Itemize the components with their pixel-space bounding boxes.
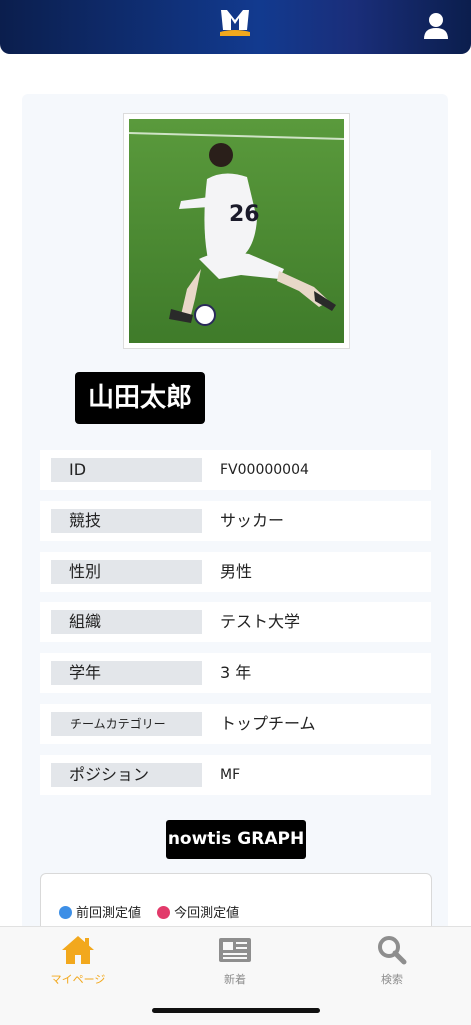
app-logo[interactable] (218, 6, 252, 40)
tab-label: 検索 (381, 973, 403, 986)
info-label: 組織 (51, 610, 202, 634)
info-label: 競技 (51, 509, 202, 533)
legend-label: 今回測定値 (174, 906, 240, 921)
info-label: チームカテゴリー (51, 712, 202, 736)
search-icon (378, 936, 407, 965)
tab-search[interactable]: 検索 (342, 933, 442, 993)
app-header (0, 0, 471, 54)
legend-item-previous: 前回測定値 (59, 906, 145, 921)
info-label: 性別 (51, 560, 202, 584)
legend-dot-pink (157, 906, 171, 919)
profile-photo: 26 (123, 113, 350, 349)
tab-mypage[interactable]: マイページ (28, 933, 128, 993)
tab-label: マイページ (50, 973, 106, 986)
legend-label: 前回測定値 (76, 906, 142, 921)
player-photo-image: 26 (129, 119, 344, 343)
info-value: 男性 (220, 562, 253, 581)
info-label: ポジション (51, 763, 202, 787)
info-row-id: ID FV00000004 (40, 450, 431, 490)
info-row-organization: 組織 テスト大学 (40, 602, 431, 642)
info-value: サッカー (220, 511, 285, 530)
info-value: FV00000004 (220, 462, 309, 478)
info-label: ID (51, 458, 202, 482)
info-row-gender: 性別 男性 (40, 552, 431, 592)
player-name: 山田太郎 (75, 372, 205, 424)
home-icon (62, 936, 94, 964)
info-value: 3 年 (220, 663, 252, 682)
home-indicator (152, 1008, 320, 1013)
legend-item-current: 今回測定値 (157, 906, 239, 921)
graph-legend: 前回測定値 今回測定値 (59, 902, 251, 921)
info-row-sport: 競技 サッカー (40, 501, 431, 541)
info-row-grade: 学年 3 年 (40, 653, 431, 693)
jersey-number: 26 (229, 202, 260, 227)
legend-dot-blue (59, 906, 72, 919)
info-row-team-category: チームカテゴリー トップチーム (40, 704, 431, 744)
tab-news[interactable]: 新着 (185, 933, 285, 993)
info-label: 学年 (51, 661, 202, 685)
nowtis-graph-button[interactable]: nowtis GRAPH (166, 820, 306, 859)
tab-label: 新着 (224, 973, 246, 986)
info-value: MF (220, 767, 241, 783)
info-row-position: ポジション MF (40, 755, 431, 795)
news-icon (219, 938, 251, 962)
info-value: テスト大学 (220, 612, 301, 631)
user-icon[interactable] (421, 11, 451, 41)
info-value: トップチーム (220, 714, 316, 733)
